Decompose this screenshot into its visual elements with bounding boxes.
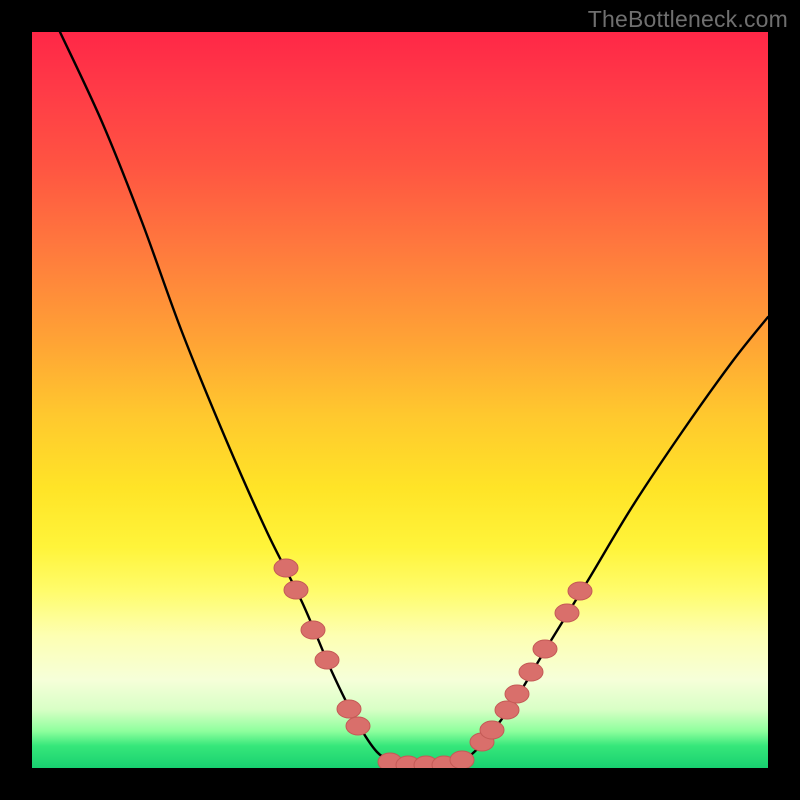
watermark-text: TheBottleneck.com [588,6,788,33]
plot-area [32,32,768,768]
data-marker [346,717,370,735]
data-marker [568,582,592,600]
data-marker [495,701,519,719]
curve-lines [60,32,768,765]
data-marker [450,751,474,768]
data-marker [274,559,298,577]
curve-segment [454,317,768,765]
data-marker [301,621,325,639]
data-marker [555,604,579,622]
curve-markers [274,559,592,768]
data-marker [284,581,308,599]
chart-svg [32,32,768,768]
data-marker [519,663,543,681]
data-marker [533,640,557,658]
data-marker [337,700,361,718]
chart-stage: TheBottleneck.com [0,0,800,800]
curve-segment [60,32,397,765]
data-marker [505,685,529,703]
data-marker [480,721,504,739]
data-marker [315,651,339,669]
